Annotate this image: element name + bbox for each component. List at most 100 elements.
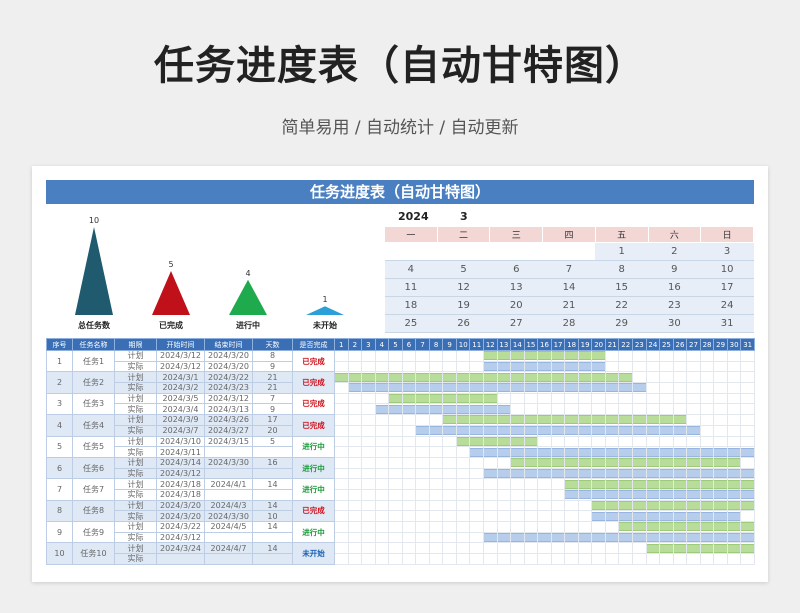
gantt-day-cell[interactable] [632, 467, 647, 480]
task-number[interactable]: 1 [46, 349, 73, 373]
gantt-day-cell[interactable] [591, 467, 606, 480]
gantt-day-cell[interactable] [496, 478, 512, 490]
gantt-day-cell[interactable] [740, 435, 755, 448]
gantt-day-cell[interactable] [577, 542, 593, 555]
calendar-day[interactable] [384, 242, 438, 261]
gantt-day-cell[interactable] [713, 360, 728, 373]
gantt-day-cell[interactable] [672, 510, 688, 522]
gantt-day-cell[interactable] [672, 392, 688, 405]
gantt-day-cell[interactable] [564, 488, 579, 501]
gantt-day-cell[interactable] [537, 371, 552, 384]
gantt-day-cell[interactable] [686, 499, 701, 512]
gantt-day-cell[interactable] [604, 382, 620, 394]
gantt-day-cell[interactable] [537, 424, 552, 437]
gantt-day-cell[interactable] [361, 424, 376, 437]
gantt-day-cell[interactable] [577, 456, 593, 469]
gantt-day-cell[interactable] [347, 350, 363, 362]
gantt-day-cell[interactable] [604, 488, 620, 501]
gantt-day-cell[interactable] [415, 488, 430, 501]
gantt-day-cell[interactable] [401, 392, 417, 405]
gantt-day-cell[interactable] [740, 446, 755, 458]
end-date[interactable]: 2024/3/20 [204, 350, 253, 362]
gantt-day-cell[interactable] [604, 456, 620, 469]
gantt-day-cell[interactable] [334, 467, 349, 480]
gantt-day-cell[interactable] [374, 350, 390, 362]
gantt-day-cell[interactable] [537, 446, 552, 458]
gantt-day-cell[interactable] [334, 553, 349, 565]
gantt-day-cell[interactable] [645, 382, 661, 394]
gantt-day-cell[interactable] [659, 521, 674, 533]
gantt-day-cell[interactable] [740, 510, 755, 522]
gantt-day-cell[interactable] [510, 488, 525, 501]
gantt-day-cell[interactable] [577, 553, 593, 565]
gantt-day-cell[interactable] [726, 499, 742, 512]
gantt-day-cell[interactable] [659, 510, 674, 522]
calendar-day[interactable]: 4 [384, 260, 438, 279]
gantt-day-cell[interactable] [550, 382, 566, 394]
gantt-day-cell[interactable] [361, 488, 376, 501]
gantt-day-cell[interactable] [726, 467, 742, 480]
gantt-day-cell[interactable] [388, 382, 403, 394]
gantt-day-cell[interactable] [347, 499, 363, 512]
gantt-day-cell[interactable] [740, 488, 755, 501]
task-number[interactable]: 7 [46, 478, 73, 501]
gantt-day-cell[interactable] [645, 392, 661, 405]
gantt-day-cell[interactable] [740, 392, 755, 405]
gantt-day-cell[interactable] [564, 499, 579, 512]
gantt-day-cell[interactable] [672, 488, 688, 501]
gantt-day-cell[interactable] [428, 424, 444, 437]
gantt-day-cell[interactable] [415, 350, 430, 362]
gantt-day-cell[interactable] [455, 488, 471, 501]
gantt-day-cell[interactable] [713, 446, 728, 458]
gantt-day-cell[interactable] [659, 435, 674, 448]
gantt-day-cell[interactable] [686, 446, 701, 458]
gantt-day-cell[interactable] [632, 435, 647, 448]
calendar-day[interactable]: 26 [437, 314, 490, 333]
gantt-day-cell[interactable] [374, 403, 390, 416]
gantt-day-cell[interactable] [604, 510, 620, 522]
gantt-day-cell[interactable] [510, 478, 525, 490]
gantt-day-cell[interactable] [415, 403, 430, 416]
calendar-day[interactable]: 9 [648, 260, 701, 279]
gantt-day-cell[interactable] [740, 478, 755, 490]
gantt-day-cell[interactable] [591, 435, 606, 448]
term-label[interactable]: 实际 [114, 382, 157, 394]
gantt-day-cell[interactable] [442, 510, 457, 522]
gantt-day-cell[interactable] [632, 403, 647, 416]
gantt-day-cell[interactable] [510, 542, 525, 555]
gantt-day-cell[interactable] [483, 542, 498, 555]
gantt-day-cell[interactable] [415, 382, 430, 394]
calendar-day[interactable] [489, 242, 543, 261]
gantt-day-cell[interactable] [672, 542, 688, 555]
gantt-day-cell[interactable] [496, 510, 512, 522]
gantt-day-cell[interactable] [645, 360, 661, 373]
gantt-day-cell[interactable] [550, 456, 566, 469]
gantt-day-cell[interactable] [510, 553, 525, 565]
gantt-day-cell[interactable] [510, 446, 525, 458]
status-badge[interactable]: 未开始 [292, 542, 335, 565]
gantt-day-cell[interactable] [564, 350, 579, 362]
calendar-day[interactable] [437, 242, 490, 261]
gantt-day-cell[interactable] [672, 499, 688, 512]
gantt-day-cell[interactable] [415, 499, 430, 512]
gantt-day-cell[interactable] [347, 542, 363, 555]
gantt-day-cell[interactable] [523, 435, 539, 448]
gantt-day-cell[interactable] [510, 510, 525, 522]
gantt-day-cell[interactable] [726, 371, 742, 384]
gantt-day-cell[interactable] [523, 371, 539, 384]
gantt-day-cell[interactable] [455, 478, 471, 490]
status-badge[interactable]: 已完成 [292, 392, 335, 416]
gantt-day-cell[interactable] [374, 371, 390, 384]
gantt-day-cell[interactable] [483, 382, 498, 394]
end-date[interactable]: 2024/3/13 [204, 403, 253, 416]
gantt-day-cell[interactable] [618, 435, 634, 448]
end-date[interactable]: 2024/4/5 [204, 521, 253, 533]
gantt-day-cell[interactable] [401, 350, 417, 362]
gantt-day-cell[interactable] [374, 510, 390, 522]
gantt-day-cell[interactable] [388, 553, 403, 565]
gantt-day-cell[interactable] [361, 510, 376, 522]
gantt-day-cell[interactable] [686, 371, 701, 384]
gantt-day-cell[interactable] [618, 467, 634, 480]
gantt-day-cell[interactable] [713, 531, 728, 544]
gantt-day-cell[interactable] [618, 371, 634, 384]
